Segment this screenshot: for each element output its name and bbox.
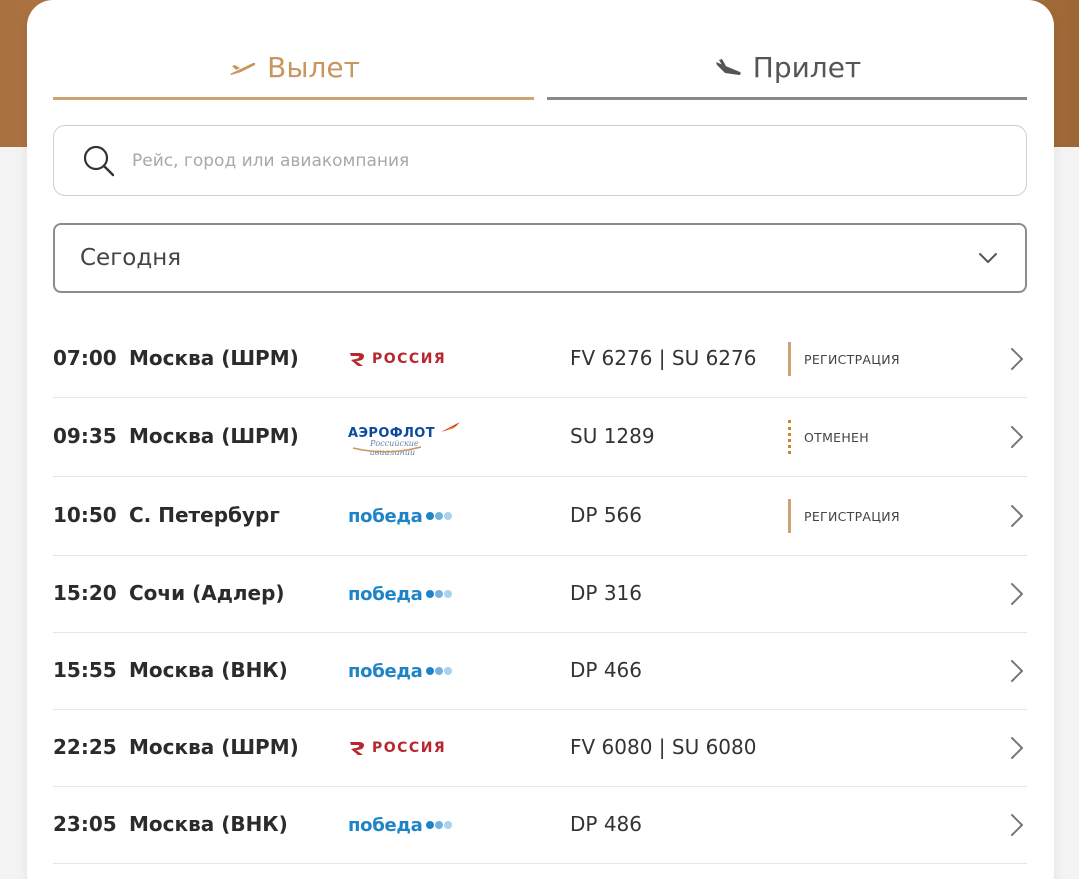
airline-logo-text: победа <box>348 814 423 836</box>
tab-departures[interactable]: Вылет <box>53 38 534 100</box>
flight-row[interactable]: 07:00 Москва (ШРМ) РОССИЯ FV 6276 | SU 6276… <box>53 320 1027 398</box>
airline-logo-text: победа <box>348 660 423 682</box>
chevron-right-icon[interactable] <box>1009 659 1025 683</box>
airline-logo-rossiya: РОССИЯ <box>348 738 446 758</box>
flight-row[interactable]: 10:50 С. Петербург победа DP 566 РЕГИСТРАЦИЯ <box>53 477 1027 556</box>
flight-time: 15:20 <box>53 581 117 605</box>
airline-logo-text: РОССИЯ <box>372 351 447 367</box>
chevron-right-icon[interactable] <box>1009 504 1025 528</box>
flight-board-card: Вылет Прилет Сегодня 07:00 Москва (ШРМ) РО… <box>27 0 1054 879</box>
flight-time: 23:05 <box>53 812 117 836</box>
logo-dots <box>425 667 453 675</box>
flight-time: 15:55 <box>53 658 117 682</box>
airline-logo-text: победа <box>348 505 423 527</box>
chevron-right-icon[interactable] <box>1009 347 1025 371</box>
search-icon <box>83 145 115 176</box>
flight-row[interactable]: 09:35 Москва (ШРМ) АЭРОФЛОТ Российские авиа… <box>53 398 1027 477</box>
flight-number: DP 466 <box>570 658 642 682</box>
flight-number: DP 316 <box>570 581 642 605</box>
chevron-down-icon <box>979 253 997 263</box>
airline-logo-pobeda: победа <box>348 582 453 606</box>
flight-time: 22:25 <box>53 735 117 759</box>
flight-number: DP 486 <box>570 812 642 836</box>
chevron-right-icon[interactable] <box>1009 736 1025 760</box>
date-select-value: Сегодня <box>80 245 182 271</box>
tab-arrivals-label: Прилет <box>752 51 862 84</box>
flight-destination: Москва (ШРМ) <box>129 346 299 370</box>
aeroflot-swoosh-icon <box>352 446 422 453</box>
flight-number: FV 6276 | SU 6276 <box>570 346 757 370</box>
direction-tabs: Вылет Прилет <box>53 38 1027 100</box>
flight-number: FV 6080 | SU 6080 <box>570 735 757 759</box>
flight-row[interactable]: 15:20 Сочи (Адлер) победа DP 316 <box>53 556 1027 633</box>
flight-status: ОТМЕНЕН <box>788 420 869 454</box>
chevron-right-icon[interactable] <box>1009 813 1025 837</box>
flight-status: РЕГИСТРАЦИЯ <box>788 499 900 533</box>
rossiya-mark-icon <box>350 742 364 755</box>
tab-arrivals[interactable]: Прилет <box>547 38 1027 100</box>
flight-destination: С. Петербург <box>129 503 280 527</box>
search-box <box>53 125 1027 196</box>
flight-time: 10:50 <box>53 503 117 527</box>
airline-logo-pobeda: победа <box>348 813 453 837</box>
airline-logo-aeroflot: АЭРОФЛОТ Российские авиалинии <box>348 420 463 457</box>
airline-logo-text: РОССИЯ <box>372 740 447 756</box>
flight-status: РЕГИСТРАЦИЯ <box>788 342 900 376</box>
logo-dots <box>425 821 453 829</box>
airline-logo-text: победа <box>348 583 423 605</box>
plane-landing-icon <box>715 58 741 75</box>
flight-time: 07:00 <box>53 346 117 370</box>
airline-logo-rossiya: РОССИЯ <box>348 349 446 369</box>
flight-list: 07:00 Москва (ШРМ) РОССИЯ FV 6276 | SU 6276… <box>53 320 1027 864</box>
flight-row[interactable]: 23:05 Москва (ВНК) победа DP 486 <box>53 787 1027 864</box>
flight-destination: Москва (ВНК) <box>129 812 288 836</box>
flight-time: 09:35 <box>53 424 117 448</box>
flight-row[interactable]: 15:55 Москва (ВНК) победа DP 466 <box>53 633 1027 710</box>
chevron-right-icon[interactable] <box>1009 582 1025 606</box>
flight-number: DP 566 <box>570 503 642 527</box>
search-input[interactable] <box>130 149 994 172</box>
logo-dots <box>425 512 453 520</box>
airline-logo-pobeda: победа <box>348 504 453 528</box>
tab-departures-label: Вылет <box>267 51 360 84</box>
aeroflot-wing-icon <box>441 422 460 432</box>
chevron-right-icon[interactable] <box>1009 425 1025 449</box>
flight-number: SU 1289 <box>570 424 655 448</box>
flight-destination: Сочи (Адлер) <box>129 581 285 605</box>
flight-destination: Москва (ШРМ) <box>129 424 299 448</box>
logo-dots <box>425 590 453 598</box>
flight-destination: Москва (ВНК) <box>129 658 288 682</box>
date-select[interactable]: Сегодня <box>53 223 1027 293</box>
flight-row[interactable]: 22:25 Москва (ШРМ) РОССИЯ FV 6080 | SU 6080 <box>53 710 1027 787</box>
airline-logo-pobeda: победа <box>348 659 453 683</box>
plane-takeoff-icon <box>230 62 256 75</box>
rossiya-mark-icon <box>350 353 364 366</box>
flight-destination: Москва (ШРМ) <box>129 735 299 759</box>
